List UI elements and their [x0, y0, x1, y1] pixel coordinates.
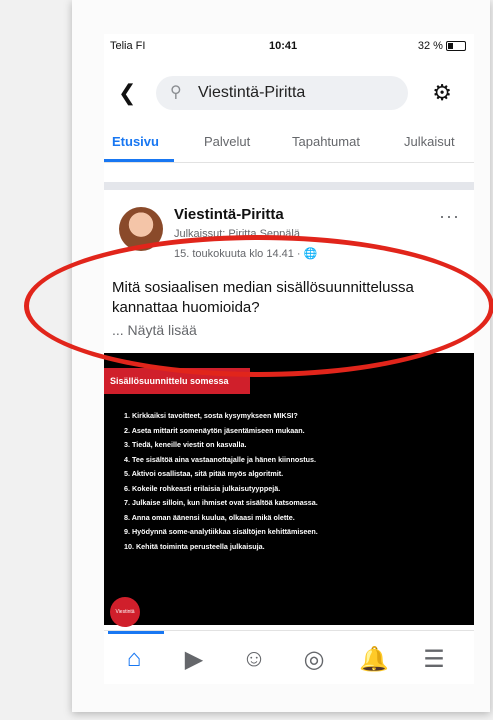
battery-icon	[446, 41, 466, 52]
carrier-label: Telia FI	[110, 40, 146, 52]
list-item: 7. Julkaise silloin, kun ihmiset ovat si…	[124, 498, 318, 507]
page-tabs: Etusivu Palvelut Tapahtumat Julkaisut	[104, 126, 474, 163]
profile-icon[interactable]: ☺	[234, 645, 274, 673]
list-item: 1. Kirkkaiksi tavoitteet, sosta kysymyks…	[124, 411, 298, 420]
list-item: 4. Tee sisältöä aina vastaanottajalle ja…	[124, 454, 317, 464]
tab-tapahtumat[interactable]: Tapahtumat	[292, 134, 360, 149]
active-nav-indicator	[108, 631, 164, 634]
chevron-left-icon[interactable]: ❮	[118, 80, 136, 106]
video-icon[interactable]: ▶	[174, 645, 214, 674]
clock: 10:41	[269, 40, 298, 52]
tab-palvelut[interactable]: Palvelut	[204, 134, 250, 149]
menu-icon[interactable]: ☰	[414, 645, 454, 674]
search-icon: ⚲	[170, 84, 182, 101]
page-header: ❮ ⚲ Viestintä-Piritta ⚙	[104, 74, 474, 114]
image-list: 1. Kirkkaiksi tavoitteet, sosta kysymyks…	[124, 409, 464, 554]
groups-icon[interactable]: ◎	[294, 645, 334, 674]
search-input[interactable]: Viestintä-Piritta	[198, 76, 305, 110]
search-bar[interactable]: ⚲ Viestintä-Piritta	[156, 76, 408, 110]
active-tab-indicator	[104, 159, 174, 162]
post-author[interactable]: Viestintä-Piritta	[174, 206, 284, 223]
home-icon[interactable]: ⌂	[114, 645, 154, 673]
tab-julkaisut[interactable]: Julkaisut	[404, 134, 455, 149]
more-options-icon[interactable]: ···	[439, 206, 460, 227]
brand-logo: Viestintä Piritta	[110, 597, 140, 645]
list-item: 8. Anna oman äänensi kuulua, olkaasi mik…	[124, 512, 295, 522]
gear-icon[interactable]: ⚙	[432, 80, 452, 106]
list-item: 6. Kokeile rohkeasti erilaisia julkaisut…	[124, 483, 281, 493]
battery-label: 32 %	[417, 40, 443, 52]
list-item: 10. Kehitä toiminta perusteella julkaisu…	[124, 541, 265, 551]
post-image[interactable]: Sisällösuunnittelu somessa 1. Kirkkaiksi…	[104, 353, 474, 645]
status-bar: Telia FI 10:41 32 %	[104, 34, 474, 56]
list-item: 9. Hyödynnä some-analytiikkaa sisältöjen…	[124, 527, 318, 536]
list-item: 2. Aseta mittarit somenäytön jäsentämise…	[124, 425, 305, 435]
highlight-oval	[24, 235, 493, 377]
list-item: 5. Aktivoi osallistaa, sitä pitää myös a…	[124, 469, 284, 478]
battery-indicator: 32 %	[418, 40, 466, 52]
list-item: 3. Tiedä, keneille viestit on kasvalla.	[124, 440, 247, 449]
tab-etusivu[interactable]: Etusivu	[112, 134, 159, 149]
section-divider	[104, 182, 474, 190]
bottom-navigation: ⌂ ▶ ☺ ◎ 🔔 ☰	[104, 630, 474, 684]
notifications-icon[interactable]: 🔔	[354, 645, 394, 674]
